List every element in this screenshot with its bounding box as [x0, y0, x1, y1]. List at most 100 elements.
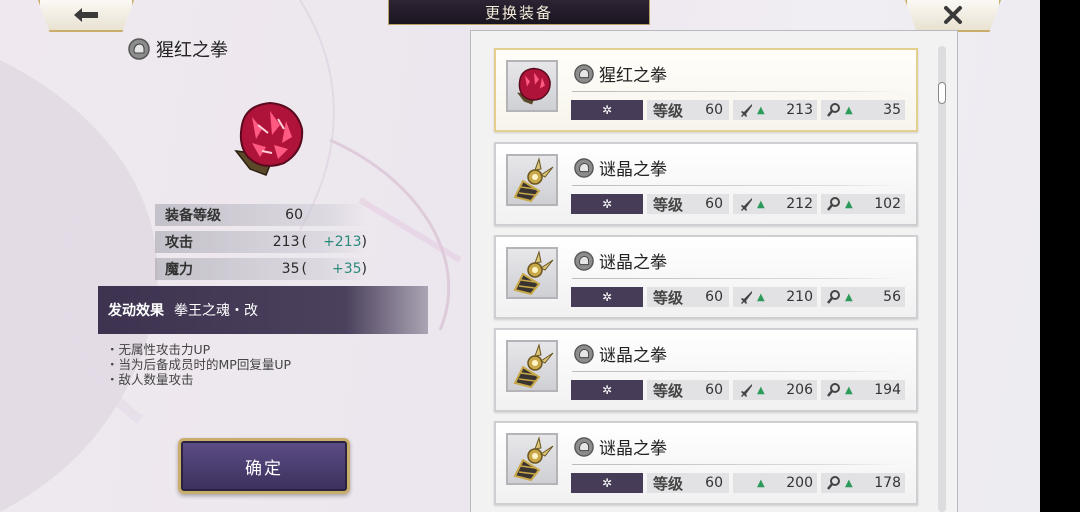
crystal-fist-icon [513, 436, 554, 482]
effect-description: ・无属性攻击力UP ・当为后备成员时的MP回复量UP ・敌人数量攻击 [106, 342, 291, 387]
equipment-card[interactable]: 谜晶之拳 ✲ 等级 60 ▲ 206 ▲ 194 [494, 328, 918, 412]
effect-line: ・敌人数量攻击 [106, 372, 194, 387]
gear-category-icon [574, 436, 594, 457]
crimson-fist-icon [234, 101, 304, 176]
magic-pill: ▲ 194 [821, 380, 905, 400]
increase-arrow-icon: ▲ [757, 291, 765, 303]
increase-arrow-icon: ▲ [757, 198, 765, 210]
equipment-title: 猩红之拳 [128, 36, 228, 62]
card-equipment-name: 谜晶之拳 [599, 346, 667, 366]
magic-value: 178 [874, 475, 901, 491]
divider [572, 185, 902, 186]
crystal-fist-icon [513, 157, 554, 203]
stat-value: 60 [285, 207, 303, 223]
lock-slot: ✲ [571, 194, 643, 214]
divider [572, 91, 902, 92]
magic-value: 102 [874, 196, 901, 212]
card-stats: ✲ 等级 60 ▲ 200 ▲ 178 [571, 472, 905, 494]
paren-close: ) [361, 261, 367, 277]
divider [572, 464, 902, 465]
list-scrollbar[interactable] [938, 46, 946, 512]
increase-arrow-icon: ▲ [757, 384, 765, 396]
card-title: 谜晶之拳 [574, 155, 667, 180]
stat-value: 213 [272, 234, 300, 250]
sword-icon [741, 104, 752, 117]
level-pill: 等级 60 [647, 380, 729, 400]
equipment-thumbnail [506, 60, 558, 112]
level-pill: 等级 60 [647, 287, 729, 307]
page-title: 更换装备 [388, 0, 650, 25]
magic-pill: ▲ 102 [821, 194, 905, 214]
sword-icon [741, 291, 752, 304]
sparkle-icon: ✲ [601, 476, 613, 490]
attack-value: 206 [786, 382, 813, 398]
equipment-name: 猩红之拳 [156, 40, 228, 61]
equipment-thumbnail [506, 154, 558, 206]
attack-value: 200 [786, 475, 813, 491]
increase-arrow-icon: ▲ [845, 291, 853, 303]
magic-staff-icon [827, 290, 840, 304]
increase-arrow-icon: ▲ [845, 198, 853, 210]
stat-value: 35 [281, 261, 300, 277]
attack-pill: ▲ 210 [733, 287, 817, 307]
magic-pill: ▲ 35 [821, 100, 905, 120]
gear-category-icon [574, 250, 594, 271]
scrollbar-thumb[interactable] [938, 82, 946, 104]
increase-arrow-icon: ▲ [845, 104, 853, 116]
level-pill: 等级 60 [647, 100, 729, 120]
sparkle-icon: ✲ [601, 197, 613, 211]
stat-row-level: 装备等级 60 [155, 204, 367, 226]
card-title: 谜晶之拳 [574, 434, 667, 459]
stat-label: 魔力 [165, 262, 193, 278]
level-pill: 等级 60 [647, 194, 729, 214]
attack-pill: ▲ 200 [733, 473, 817, 493]
stat-bonus: +213 [323, 234, 362, 250]
card-title: 谜晶之拳 [574, 341, 667, 366]
effect-line: ・无属性攻击力UP [106, 342, 211, 357]
paren-close: ) [361, 234, 367, 250]
screen-edge-band [1040, 0, 1080, 512]
equipment-card[interactable]: 谜晶之拳 ✲ 等级 60 ▲ 200 ▲ 178 [494, 421, 918, 505]
attack-value: 212 [786, 196, 813, 212]
magic-staff-icon [827, 197, 840, 211]
sword-icon [741, 384, 752, 397]
equipment-card[interactable]: 谜晶之拳 ✲ 等级 60 ▲ 210 ▲ 56 [494, 235, 918, 319]
gear-category-icon [128, 38, 150, 60]
equipment-card[interactable]: 谜晶之拳 ✲ 等级 60 ▲ 212 ▲ 102 [494, 142, 918, 226]
sparkle-icon: ✲ [601, 290, 613, 304]
gear-category-icon [574, 343, 594, 364]
close-icon [944, 6, 962, 24]
increase-arrow-icon: ▲ [757, 477, 765, 489]
equipment-card[interactable]: 猩红之拳 ✲ 等级 60 ▲ 213 ▲ 35 [494, 48, 918, 132]
back-button[interactable] [38, 0, 134, 32]
level-value: 60 [705, 196, 723, 212]
level-label: 等级 [653, 474, 684, 493]
magic-value: 194 [874, 382, 901, 398]
increase-arrow-icon: ▲ [845, 384, 853, 396]
level-value: 60 [705, 475, 723, 491]
level-value: 60 [705, 289, 723, 305]
crystal-fist-icon [513, 250, 554, 296]
magic-staff-icon [827, 103, 840, 117]
card-title: 猩红之拳 [574, 61, 667, 86]
stat-label: 装备等级 [165, 208, 221, 224]
effect-title: 发动效果 [108, 303, 164, 319]
lock-slot: ✲ [571, 380, 643, 400]
attack-pill: ▲ 213 [733, 100, 817, 120]
magic-staff-icon [827, 476, 840, 490]
card-stats: ✲ 等级 60 ▲ 213 ▲ 35 [571, 99, 905, 121]
sword-icon [741, 198, 752, 211]
gear-category-icon [574, 63, 594, 84]
close-button[interactable] [905, 0, 1001, 32]
attack-value: 213 [786, 102, 813, 118]
card-equipment-name: 谜晶之拳 [599, 439, 667, 459]
gear-category-icon [574, 157, 594, 178]
card-stats: ✲ 等级 60 ▲ 212 ▲ 102 [571, 193, 905, 215]
confirm-button[interactable]: 确定 [178, 438, 350, 494]
magic-value: 56 [883, 289, 901, 305]
magic-pill: ▲ 178 [821, 473, 905, 493]
magic-value: 35 [883, 102, 901, 118]
level-value: 60 [705, 102, 723, 118]
lock-slot: ✲ [571, 473, 643, 493]
level-label: 等级 [653, 381, 684, 400]
